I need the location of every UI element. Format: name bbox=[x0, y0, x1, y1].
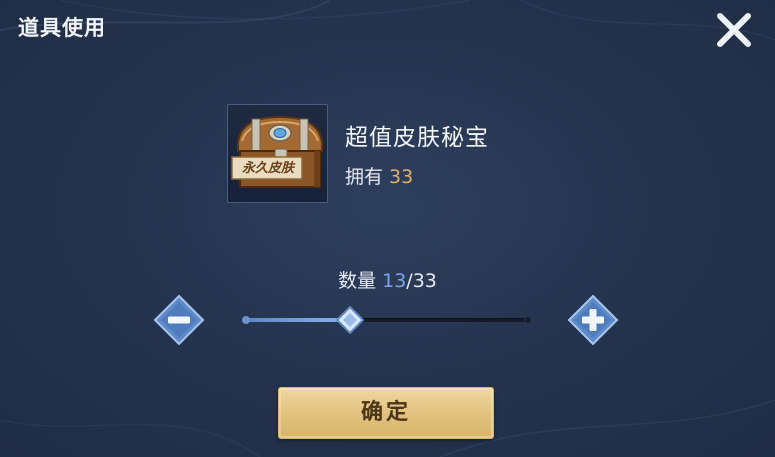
owned-count: 33 bbox=[389, 166, 414, 188]
owned-label: 拥有 bbox=[345, 166, 384, 188]
slider-thumb[interactable] bbox=[336, 306, 364, 334]
close-button[interactable] bbox=[714, 10, 754, 50]
confirm-button[interactable]: 确定 bbox=[278, 387, 494, 439]
treasure-chest-icon bbox=[231, 115, 323, 188]
slider-end-dot bbox=[524, 316, 532, 324]
minus-icon bbox=[153, 294, 205, 346]
quantity-label: 数量 bbox=[338, 270, 377, 292]
increase-button[interactable] bbox=[566, 293, 620, 347]
item-icon-label: 永久皮肤 bbox=[241, 161, 294, 176]
quantity-row: 数量 13/33 bbox=[0, 266, 775, 293]
close-icon bbox=[717, 13, 751, 47]
quantity-slider[interactable] bbox=[242, 306, 532, 334]
quantity-current: 13 bbox=[382, 270, 407, 292]
quantity-max: 33 bbox=[412, 270, 437, 292]
decrease-button[interactable] bbox=[152, 293, 206, 347]
owned-row: 拥有 33 bbox=[345, 162, 413, 189]
dialog-title: 道具使用 bbox=[18, 16, 106, 40]
plus-icon bbox=[567, 294, 619, 346]
item-icon-frame: 永久皮肤 bbox=[227, 104, 328, 203]
item-name: 超值皮肤秘宝 bbox=[345, 125, 489, 151]
slider-start-dot bbox=[242, 316, 250, 324]
slider-fill bbox=[244, 318, 350, 322]
